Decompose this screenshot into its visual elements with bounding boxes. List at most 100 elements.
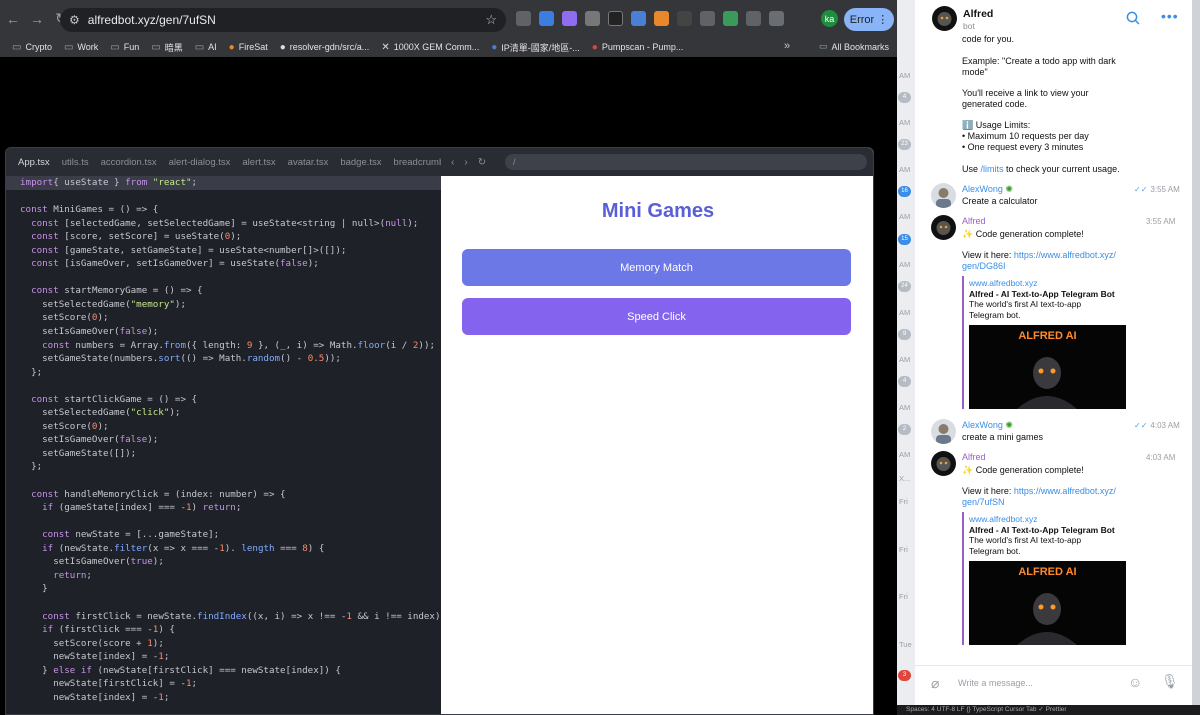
link-preview-image: ALFRED AI <box>969 561 1126 645</box>
extension-icon[interactable] <box>723 11 738 26</box>
message-text: • One request every 3 minutes <box>962 142 1084 152</box>
message-text: ✨ Code generation complete! <box>962 229 1084 239</box>
code-token: ); <box>147 326 159 338</box>
sticker-icon[interactable]: ☺ <box>1128 674 1142 690</box>
code-token: 0.5 <box>307 353 325 365</box>
chat-list-time: AM <box>899 165 911 174</box>
code-line: newState[firstClick] = -1; <box>6 677 441 691</box>
chat-list-time: Fri <box>899 497 908 506</box>
bookmark-item[interactable]: ▭ 暗黑 <box>151 41 182 54</box>
extension-icon[interactable] <box>516 11 531 26</box>
read-check-icon: ✓✓ <box>1134 421 1148 430</box>
bookmark-item[interactable]: ● FireSat <box>229 42 268 53</box>
bookmark-item[interactable]: ▭ AI <box>195 42 217 53</box>
memory-match-button[interactable]: Memory Match <box>462 249 851 286</box>
site-settings-icon[interactable]: ⚙ <box>69 13 80 27</box>
limits-command-link[interactable]: /limits <box>981 164 1004 174</box>
link-preview-card[interactable]: www.alfredbot.xyz Alfred - AI Text-to-Ap… <box>962 512 1126 645</box>
code-token: handleMemoryClick = (index: number) => { <box>58 488 286 500</box>
chat-list-time: Tue <box>899 640 912 649</box>
file-tab[interactable]: badge.tsx <box>340 157 381 168</box>
bot-avatar[interactable] <box>931 215 956 240</box>
extension-icon[interactable] <box>539 11 554 26</box>
folder-icon: ▭ <box>12 41 22 53</box>
bot-avatar[interactable] <box>932 6 957 31</box>
file-tab[interactable]: accordion.tsx <box>101 157 157 168</box>
bookmark-item[interactable]: ▭ Work <box>64 42 98 53</box>
link-preview-title: Alfred - AI Text-to-App Telegram Bot <box>969 525 1115 535</box>
search-icon[interactable] <box>1126 11 1140 30</box>
page-title: Mini Games <box>601 200 715 222</box>
file-tab[interactable]: breadcrumb.tsx <box>394 157 441 168</box>
bot-avatar[interactable] <box>931 451 956 476</box>
message-time: ✓✓ 3:55 AM <box>1134 185 1180 194</box>
file-tab[interactable]: utils.ts <box>62 157 89 168</box>
generated-link[interactable]: https://www.alfredbot.xyz/ <box>1014 486 1116 496</box>
code-token: filter <box>114 542 148 554</box>
bookmark-item[interactable]: ▭ Crypto <box>12 42 52 53</box>
code-token: ; <box>86 569 92 581</box>
message-input[interactable]: Write a message... <box>958 678 1033 688</box>
file-tab[interactable]: avatar.tsx <box>288 157 329 168</box>
user-avatar[interactable] <box>931 419 956 444</box>
generated-link[interactable]: gen/7ufSN <box>962 497 1005 507</box>
bookmark-star-icon[interactable]: ☆ <box>485 12 497 28</box>
preview-forward-icon[interactable]: › <box>464 157 467 168</box>
bookmark-item[interactable]: ● Pumpscan - Pump... <box>592 42 684 53</box>
code-token: [isGameOver, setIsGameOver] = useState( <box>58 258 281 270</box>
extension-icon[interactable] <box>631 11 646 26</box>
preview-back-icon[interactable]: ‹ <box>451 157 454 168</box>
bookmark-item[interactable]: ▭ Fun <box>110 42 139 53</box>
extension-icon[interactable] <box>654 11 669 26</box>
profile-avatar[interactable]: ka <box>821 10 838 27</box>
attach-icon[interactable]: ⌀ <box>931 675 939 692</box>
generated-link[interactable]: gen/DG86I <box>962 261 1006 271</box>
extension-icon[interactable] <box>585 11 600 26</box>
extension-icon[interactable] <box>562 11 577 26</box>
bookmark-item[interactable]: ✕ 1000X GEM Comm... <box>381 42 479 53</box>
all-bookmarks[interactable]: ▭ All Bookmarks <box>819 41 889 52</box>
code-token: ); <box>152 556 164 568</box>
link-preview-card[interactable]: www.alfredbot.xyz Alfred - AI Text-to-Ap… <box>962 276 1126 409</box>
code-token: }; <box>20 461 43 473</box>
more-options-icon[interactable]: ••• <box>1161 9 1179 23</box>
speed-click-button[interactable]: Speed Click <box>462 298 851 335</box>
error-button[interactable]: Error ⋮ <box>844 8 894 31</box>
file-tab[interactable]: App.tsx <box>18 157 50 168</box>
user-avatar[interactable] <box>931 183 956 208</box>
file-tab[interactable]: alert.tsx <box>242 157 275 168</box>
code-token: newState = [...gameState]; <box>69 529 220 541</box>
chat-list-time: AM <box>899 118 911 127</box>
generated-link[interactable]: https://www.alfredbot.xyz/ <box>1014 250 1116 260</box>
file-tab[interactable]: alert-dialog.tsx <box>169 157 231 168</box>
bookmark-item[interactable]: ● resolver-gdn/src/a... <box>280 42 370 53</box>
unread-badge: 15 <box>898 234 911 245</box>
unread-badge: 9 <box>898 329 911 340</box>
code-token: (newState. <box>53 542 115 554</box>
message-text: Example: "Create a todo app with dark <box>962 56 1116 66</box>
code-token: ; <box>163 691 170 703</box>
link-preview-desc: Telegram bot. <box>969 309 1021 320</box>
code-line: setGameState([]); <box>6 447 441 461</box>
preview-address-input[interactable]: / <box>505 154 867 170</box>
bookmarks-overflow-icon[interactable]: » <box>784 40 790 52</box>
puzzle-icon[interactable] <box>769 11 784 26</box>
forward-icon[interactable]: → <box>26 8 48 30</box>
extension-icon[interactable] <box>700 11 715 26</box>
browser-toolbar: ← → ↻ ⚙ alfredbot.xyz/gen/7ufSN ☆ ka Err… <box>0 0 897 37</box>
extension-icon[interactable] <box>608 11 623 26</box>
microphone-icon[interactable]: 🎙 <box>1161 673 1179 690</box>
message-text: Use /limits to check your current usage. <box>962 164 1120 174</box>
message-text: Create a calculator <box>962 196 1038 206</box>
address-bar[interactable]: ⚙ alfredbot.xyz/gen/7ufSN ☆ <box>60 8 506 32</box>
preview-reload-icon[interactable]: ↻ <box>478 157 486 168</box>
extension-icon[interactable] <box>746 11 761 26</box>
chat-list-time: AM <box>899 212 911 221</box>
link-preview-desc: The world's first AI text-to-app <box>969 535 1082 545</box>
code-editor[interactable]: import{ useState } from "react"; const M… <box>6 176 441 714</box>
extension-icon[interactable] <box>677 11 692 26</box>
back-icon[interactable]: ← <box>2 8 24 30</box>
bookmark-item[interactable]: ● IP清單-國家/地區-... <box>491 41 580 54</box>
